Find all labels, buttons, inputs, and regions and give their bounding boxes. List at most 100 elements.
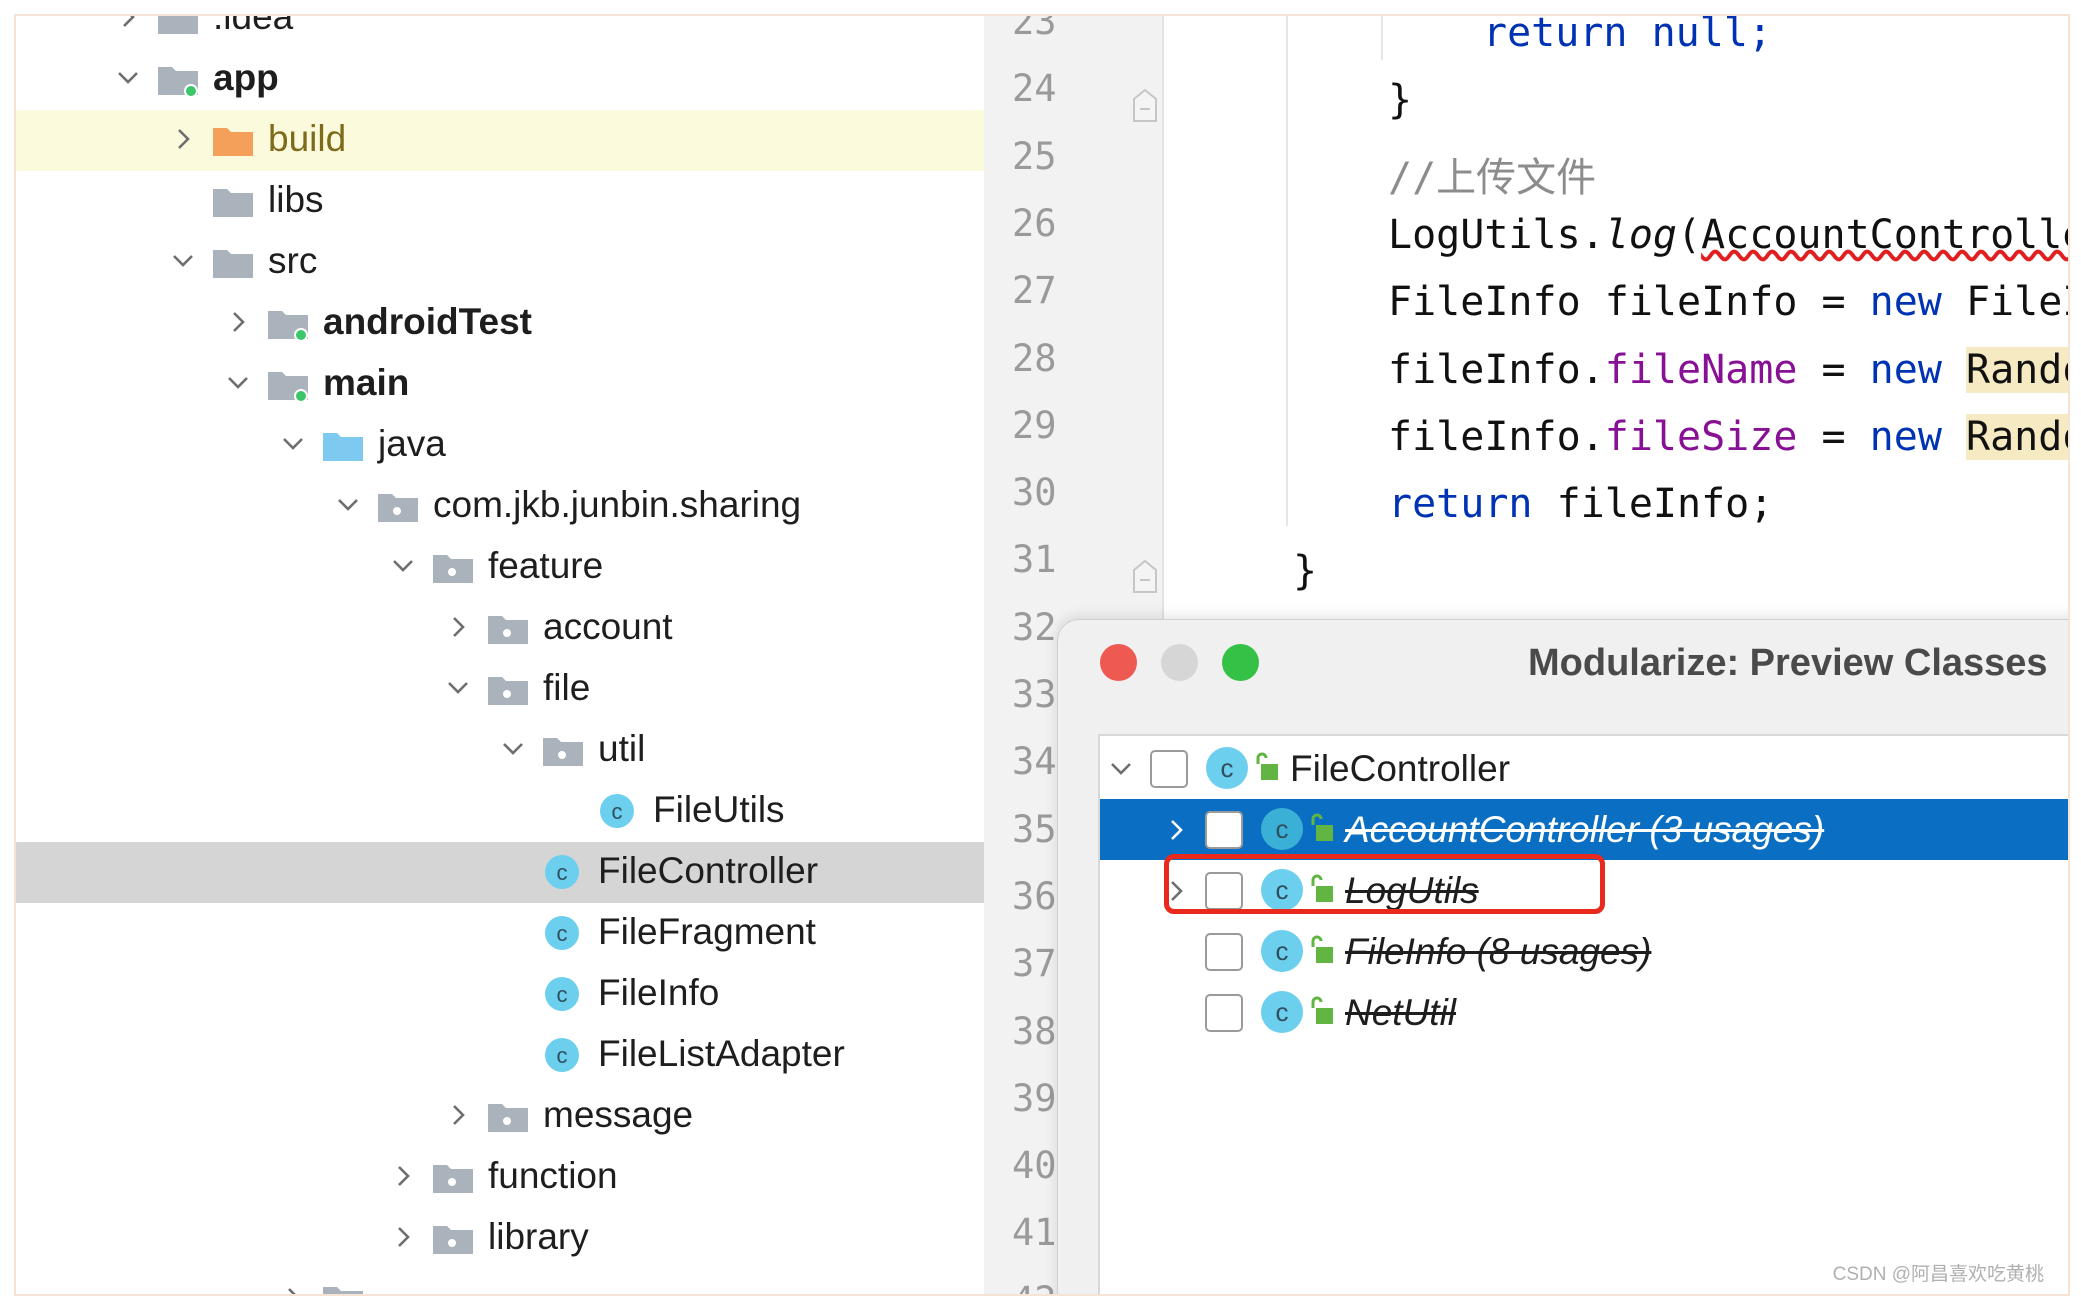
chevron-right-icon[interactable] — [282, 1287, 304, 1294]
zoom-window-button[interactable] — [1222, 644, 1259, 681]
chevron-right-icon[interactable] — [227, 311, 249, 333]
chevron-right-icon[interactable] — [172, 128, 194, 150]
line-number: 35 — [1012, 807, 1057, 851]
svg-text:c: c — [557, 860, 568, 885]
chevron-right-icon[interactable] — [392, 1226, 414, 1248]
folder-blue-icon — [322, 429, 364, 463]
class-icon: c — [1261, 930, 1303, 972]
tree-item[interactable]: file — [16, 659, 984, 720]
chevron-down-icon[interactable] — [447, 677, 469, 699]
line-number: 26 — [1012, 201, 1057, 245]
select-checkbox[interactable] — [1205, 811, 1243, 849]
line-number: 41 — [1012, 1211, 1057, 1255]
tree-item[interactable]: src — [16, 232, 984, 293]
tree-item[interactable]: c FileListAdapter — [16, 1025, 984, 1086]
folder-package-icon — [487, 612, 529, 646]
folder-module-icon — [267, 307, 309, 342]
tree-item[interactable]: feature — [16, 537, 984, 598]
preview-class-row[interactable]: c AccountController (3 usages) — [1100, 799, 2068, 860]
select-checkbox[interactable] — [1150, 750, 1188, 788]
code-token: return — [1388, 481, 1533, 528]
chevron-down-icon[interactable] — [502, 738, 524, 760]
fold-marker-icon[interactable] — [1132, 89, 1158, 123]
tree-item[interactable]: androidTest — [16, 293, 984, 354]
line-number: 23 — [1012, 14, 1057, 43]
tree-item[interactable]: com.jkb.junbin.sharing — [16, 476, 984, 537]
tree-item-label: account — [543, 606, 673, 647]
preview-class-row[interactable]: c FileInfo (8 usages) — [1100, 921, 2068, 982]
select-checkbox[interactable] — [1205, 994, 1243, 1032]
tree-item[interactable]: util — [16, 720, 984, 781]
indent-guide — [1381, 16, 1383, 60]
class-icon: c — [542, 977, 584, 1011]
tree-item[interactable]: account — [16, 598, 984, 659]
svg-text:c: c — [612, 799, 623, 824]
fold-marker-icon[interactable] — [1132, 560, 1158, 594]
chevron-right-icon[interactable] — [117, 16, 139, 28]
preview-classes-tree[interactable]: c FileController c AccountController (3 usa… — [1098, 734, 2068, 1294]
chevron-right-icon[interactable] — [447, 1104, 469, 1126]
tree-item[interactable]: library — [16, 1208, 984, 1269]
line-number: 42 — [1012, 1279, 1057, 1294]
code-token: FileInfo fileInfo = — [1388, 279, 1870, 326]
tree-item-label: main — [323, 362, 410, 403]
tree-item[interactable] — [16, 1269, 984, 1294]
tree-item[interactable]: app — [16, 49, 984, 110]
chevron-right-icon[interactable] — [447, 616, 469, 638]
code-token: //上传文件 — [1388, 154, 1597, 201]
preview-class-row[interactable]: c FileController — [1100, 738, 2068, 799]
class-icon: c — [542, 916, 584, 950]
chevron-down-icon[interactable] — [117, 67, 139, 89]
class-name: NetUtil — [1345, 992, 1457, 1033]
line-number: 27 — [1012, 269, 1057, 313]
folder-package-icon — [432, 551, 474, 585]
tree-item[interactable]: function — [16, 1147, 984, 1208]
folder-package-icon — [432, 1222, 474, 1256]
folder-package-icon — [487, 1100, 529, 1134]
tree-item[interactable]: java — [16, 415, 984, 476]
chevron-down-icon[interactable] — [337, 494, 359, 516]
class-icon: c — [597, 794, 639, 828]
close-window-button[interactable] — [1100, 644, 1137, 681]
public-access-icon — [1255, 752, 1279, 782]
tree-item-label: androidTest — [323, 301, 532, 342]
chevron-down-icon[interactable] — [392, 555, 414, 577]
public-access-icon — [1310, 935, 1334, 965]
chevron-down-icon[interactable] — [282, 433, 304, 455]
code-line: LogUtils.log(AccountControlle — [1388, 212, 2068, 258]
svg-text:c: c — [557, 1043, 568, 1068]
code-token: = — [1797, 346, 1870, 393]
code-token: Rando — [1966, 346, 2068, 393]
chevron-down-icon[interactable] — [227, 372, 249, 394]
class-icon: c — [1261, 808, 1303, 850]
chevron-down-icon[interactable] — [1110, 758, 1132, 780]
preview-class-row[interactable]: c NetUtil — [1100, 982, 2068, 1043]
code-token: return null; — [1483, 16, 1772, 56]
tree-item[interactable]: libs — [16, 171, 984, 232]
chevron-right-icon[interactable] — [1165, 819, 1187, 841]
tree-item[interactable]: c FileUtils — [16, 781, 984, 842]
code-token: fileSize — [1604, 413, 1798, 460]
tree-item[interactable]: .idea — [16, 16, 984, 49]
tree-item[interactable]: main — [16, 354, 984, 415]
class-name: AccountController (3 usages) — [1345, 809, 1825, 850]
minimize-window-button[interactable] — [1161, 644, 1198, 681]
select-checkbox[interactable] — [1205, 933, 1243, 971]
tree-item-label: library — [488, 1216, 589, 1257]
tree-item[interactable]: build — [16, 110, 984, 171]
tree-item[interactable]: c FileInfo — [16, 964, 984, 1025]
tree-item[interactable]: c FileController — [16, 842, 984, 903]
tree-item[interactable]: message — [16, 1086, 984, 1147]
folder-icon — [157, 16, 199, 36]
folder-module-icon — [157, 63, 199, 98]
folder-package-icon — [487, 673, 529, 707]
tree-item[interactable]: c FileFragment — [16, 903, 984, 964]
project-tree[interactable]: .idea app build libs src androidTest main java c… — [16, 16, 984, 1294]
chevron-down-icon[interactable] — [172, 250, 194, 272]
line-number: 28 — [1012, 336, 1057, 380]
svg-text:c: c — [557, 982, 568, 1007]
line-number: 25 — [1012, 134, 1057, 178]
chevron-right-icon[interactable] — [392, 1165, 414, 1187]
